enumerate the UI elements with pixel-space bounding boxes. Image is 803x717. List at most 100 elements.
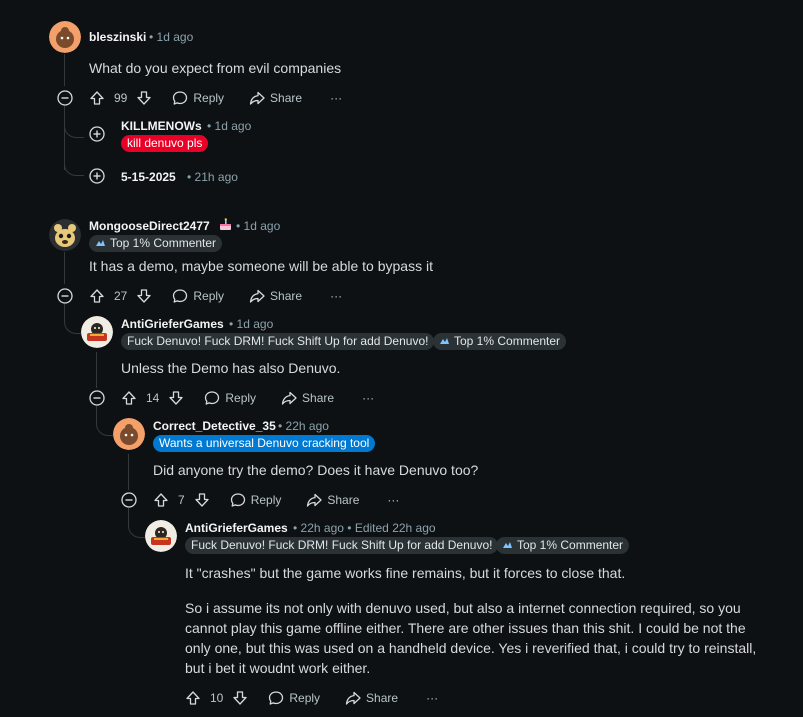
edited-label: Edited 22h ago [354,521,436,535]
username[interactable]: Correct_Detective_35 [153,419,276,433]
more-icon[interactable]: ··· [330,91,342,105]
more-icon[interactable]: ··· [330,289,342,303]
share-label: Share [366,691,399,705]
reply-button[interactable]: Reply [268,690,320,706]
share-button[interactable]: Share [281,390,334,406]
reply-button[interactable]: Reply [204,390,256,406]
time: 1d ago [236,317,274,331]
collapse-icon[interactable] [89,390,105,406]
time: 1d ago [214,119,252,133]
upvote-icon[interactable] [89,90,105,106]
badge-label: Top 1% Commenter [454,334,561,348]
timestamp: • 1d ago [207,119,251,133]
username[interactable]: 5-15-2025 [121,170,176,184]
downvote-icon[interactable] [168,390,184,406]
upvote-icon[interactable] [89,288,105,304]
thread-line [64,152,84,176]
upvote-icon[interactable] [185,690,201,706]
comment-actions: 99 Reply Share ··· [89,88,342,108]
downvote-icon[interactable] [232,690,248,706]
expand-icon[interactable] [89,126,105,142]
downvote-icon[interactable] [136,90,152,106]
more-icon[interactable]: ··· [387,493,399,507]
share-button[interactable]: Share [306,492,359,508]
separator: • [207,119,212,133]
avatar[interactable] [145,520,177,552]
vote-count: 99 [114,91,128,105]
separator: • [278,419,283,433]
collapse-icon[interactable] [57,288,73,304]
vote-group: 99 [89,90,152,106]
separator: • [236,219,241,233]
username[interactable]: bleszinski [89,30,146,44]
thread-line [96,352,97,388]
user-flair: Wants a universal Denuvo cracking tool [153,435,376,452]
top-commenter-badge: Top 1% Commenter [433,333,567,350]
reply-button[interactable]: Reply [172,90,224,106]
user-flair: kill denuvo pls [121,135,209,152]
share-icon [306,492,323,508]
top-commenter-icon [502,538,513,548]
reply-label: Reply [250,493,282,507]
avatar[interactable] [49,21,81,53]
vote-group: 10 [185,690,248,706]
more-icon[interactable]: ··· [426,691,438,705]
separator: • [347,521,352,535]
time: 1d ago [156,30,194,44]
username[interactable]: KILLMENOWs [121,119,202,133]
share-icon [345,690,361,706]
more-icon[interactable]: ··· [362,391,374,405]
vote-group: 7 [153,492,210,508]
top-commenter-badge: Top 1% Commenter [89,235,223,252]
timestamp: • 22h ago [278,419,329,433]
thread-line [64,54,65,86]
time: 22h ago [285,419,329,433]
username[interactable]: AntiGrieferGames [185,521,288,535]
avatar[interactable] [81,316,113,348]
top-commenter-icon [95,236,106,246]
share-icon [249,288,265,304]
expand-icon[interactable] [89,168,105,184]
badge-label: Top 1% Commenter [517,538,624,552]
reply-label: Reply [289,691,321,705]
share-icon [249,90,265,106]
thread-line [128,454,129,490]
reply-label: Reply [193,289,225,303]
timestamp: • 21h ago [187,170,238,184]
comment-body: Unless the Demo has also Denuvo. [121,360,341,376]
timestamp: • 1d ago [149,30,193,44]
reply-icon [172,288,188,304]
downvote-icon[interactable] [136,288,152,304]
vote-group: 14 [121,390,184,406]
share-button[interactable]: Share [345,690,398,706]
more-label: ··· [426,691,439,705]
timestamp: • 1d ago [236,219,280,233]
time: 22h ago [300,521,344,535]
comment-body-line: cannot play this game offline either. Th… [185,620,746,636]
reply-button[interactable]: Reply [172,288,224,304]
avatar[interactable] [113,418,145,450]
comment-body-line: but i bet it woudnt work either. [185,660,371,676]
collapse-icon[interactable] [57,90,73,106]
upvote-icon[interactable] [121,390,137,406]
share-label: Share [302,391,335,405]
avatar[interactable] [49,219,81,251]
more-label: ··· [330,91,343,105]
downvote-icon[interactable] [194,492,210,508]
comment-actions: 27 Reply Share ··· [89,286,342,306]
comment-body: Did anyone try the demo? Does it have De… [153,462,479,478]
reply-icon [268,690,284,706]
vote-count: 14 [146,391,160,405]
separator: • [293,521,298,535]
more-label: ··· [330,289,343,303]
top-commenter-badge: Top 1% Commenter [496,537,630,554]
share-button[interactable]: Share [249,288,302,304]
collapse-icon[interactable] [121,492,137,508]
upvote-icon[interactable] [153,492,169,508]
username[interactable]: AntiGrieferGames [121,317,224,331]
thread-line [64,106,84,138]
share-button[interactable]: Share [249,90,302,106]
comment-body: What do you expect from evil companies [89,60,342,76]
reply-button[interactable]: Reply [230,492,282,508]
username[interactable]: MongooseDirect2477 [89,219,210,233]
